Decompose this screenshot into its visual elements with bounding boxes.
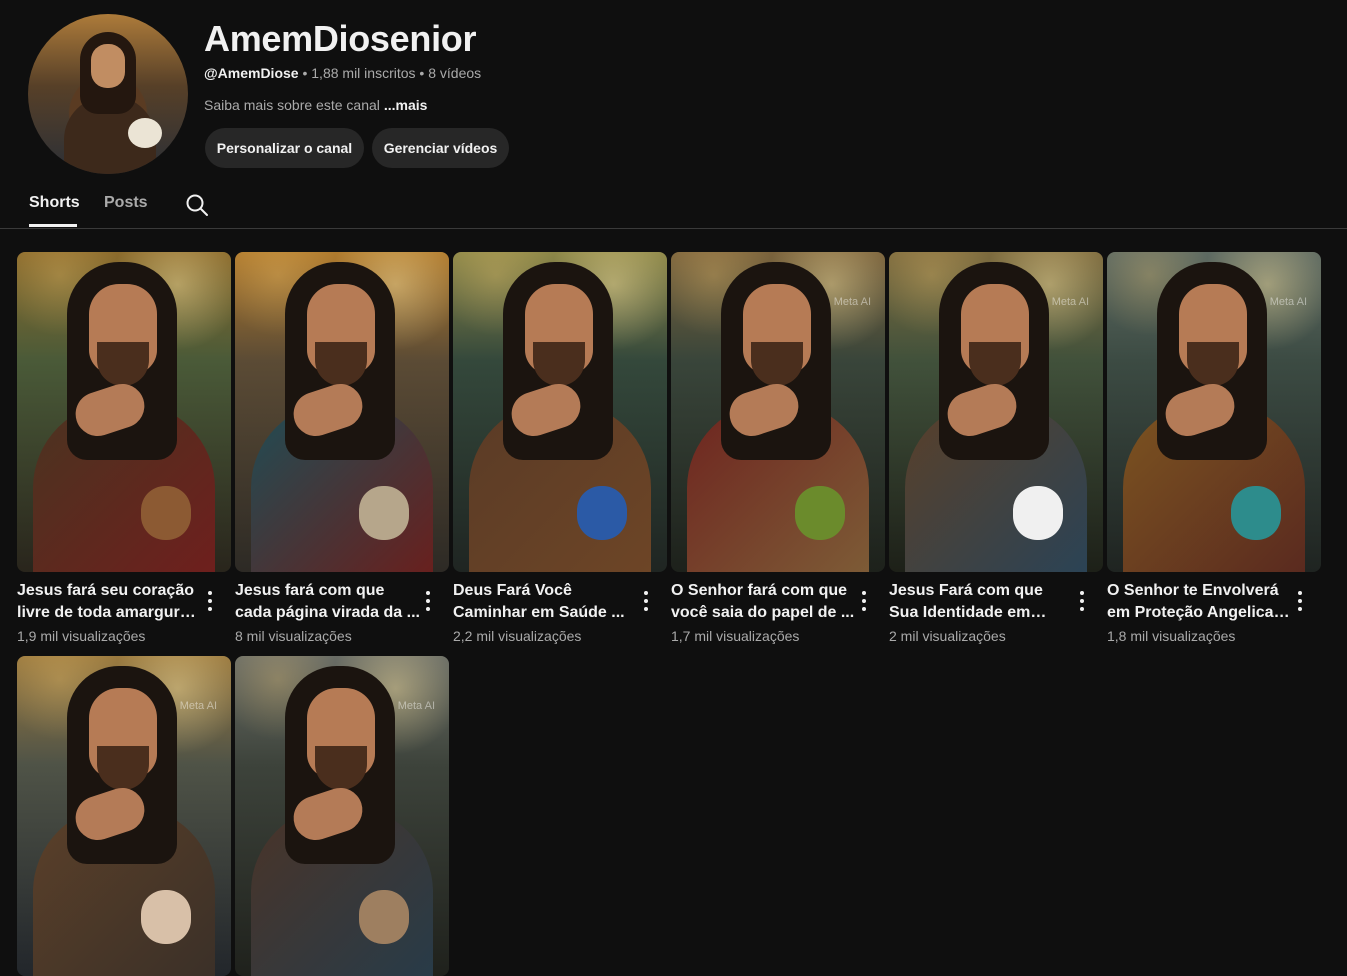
- thumbnail-animal: [577, 486, 627, 540]
- short-thumbnail[interactable]: Meta AI: [1107, 252, 1321, 572]
- more-options-icon[interactable]: [857, 590, 871, 612]
- about-text[interactable]: Saiba mais sobre este canal: [204, 97, 380, 113]
- short-title[interactable]: Jesus fará seu coração livre de toda ama…: [17, 580, 203, 624]
- short-thumbnail[interactable]: Meta AI: [17, 656, 231, 976]
- thumbnail-animal: [359, 890, 409, 944]
- more-options-icon[interactable]: [203, 590, 217, 612]
- tab-shorts[interactable]: Shorts: [29, 194, 80, 212]
- channel-title: AmemDiosenior: [204, 18, 477, 59]
- thumbnail-animal: [1231, 486, 1281, 540]
- short-title[interactable]: Jesus Fará com que Sua Identidade em Cri…: [889, 580, 1075, 624]
- thumbnail-animal: [141, 890, 191, 944]
- meta-separator: •: [419, 65, 429, 81]
- customize-channel-button[interactable]: Personalizar o canal: [205, 128, 364, 168]
- thumbnail-animal: [141, 486, 191, 540]
- meta-ai-watermark: Meta AI: [1051, 296, 1089, 308]
- channel-about[interactable]: Saiba mais sobre este canal ...mais: [204, 97, 427, 113]
- tab-posts[interactable]: Posts: [104, 194, 148, 212]
- short-views: 2 mil visualizações: [889, 628, 1006, 644]
- short-thumbnail[interactable]: Meta AI: [671, 252, 885, 572]
- avatar-face: [91, 44, 125, 88]
- search-icon[interactable]: [184, 192, 210, 218]
- short-views: 1,9 mil visualizações: [17, 628, 146, 644]
- meta-ai-watermark: Meta AI: [1269, 296, 1307, 308]
- thumbnail-animal: [1013, 486, 1063, 540]
- short-views: 1,8 mil visualizações: [1107, 628, 1236, 644]
- channel-meta: @AmemDiose • 1,88 mil inscritos • 8 víde…: [204, 65, 481, 81]
- channel-avatar[interactable]: [28, 14, 188, 174]
- meta-ai-watermark: Meta AI: [179, 700, 217, 712]
- avatar-animal: [128, 118, 162, 148]
- thumbnail-animal: [359, 486, 409, 540]
- video-count: 8 vídeos: [428, 65, 482, 81]
- short-thumbnail[interactable]: [453, 252, 667, 572]
- subscriber-count: 1,88 mil inscritos: [311, 65, 416, 81]
- meta-separator: •: [302, 65, 312, 81]
- short-title[interactable]: O Senhor fará com que você saia do papel…: [671, 580, 857, 624]
- short-thumbnail[interactable]: [17, 252, 231, 572]
- manage-videos-button[interactable]: Gerenciar vídeos: [372, 128, 509, 168]
- more-options-icon[interactable]: [1075, 590, 1089, 612]
- more-options-icon[interactable]: [421, 590, 435, 612]
- short-views: 8 mil visualizações: [235, 628, 352, 644]
- meta-ai-watermark: Meta AI: [833, 296, 871, 308]
- more-options-icon[interactable]: [1293, 590, 1307, 612]
- more-options-icon[interactable]: [639, 590, 653, 612]
- short-views: 1,7 mil visualizações: [671, 628, 800, 644]
- active-tab-indicator: [29, 224, 77, 227]
- short-thumbnail[interactable]: [235, 252, 449, 572]
- more-link[interactable]: ...mais: [384, 97, 428, 113]
- channel-handle[interactable]: @AmemDiose: [204, 65, 299, 81]
- thumbnail-animal: [795, 486, 845, 540]
- short-thumbnail[interactable]: Meta AI: [235, 656, 449, 976]
- short-title[interactable]: Jesus fará com que cada página virada da…: [235, 580, 421, 624]
- short-thumbnail[interactable]: Meta AI: [889, 252, 1103, 572]
- short-title[interactable]: O Senhor te Envolverá em Proteção Angeli…: [1107, 580, 1293, 624]
- short-views: 2,2 mil visualizações: [453, 628, 582, 644]
- channel-tabs: Shorts Posts: [0, 184, 1347, 229]
- short-title[interactable]: Deus Fará Você Caminhar em Saúde ...: [453, 580, 639, 624]
- meta-ai-watermark: Meta AI: [397, 700, 435, 712]
